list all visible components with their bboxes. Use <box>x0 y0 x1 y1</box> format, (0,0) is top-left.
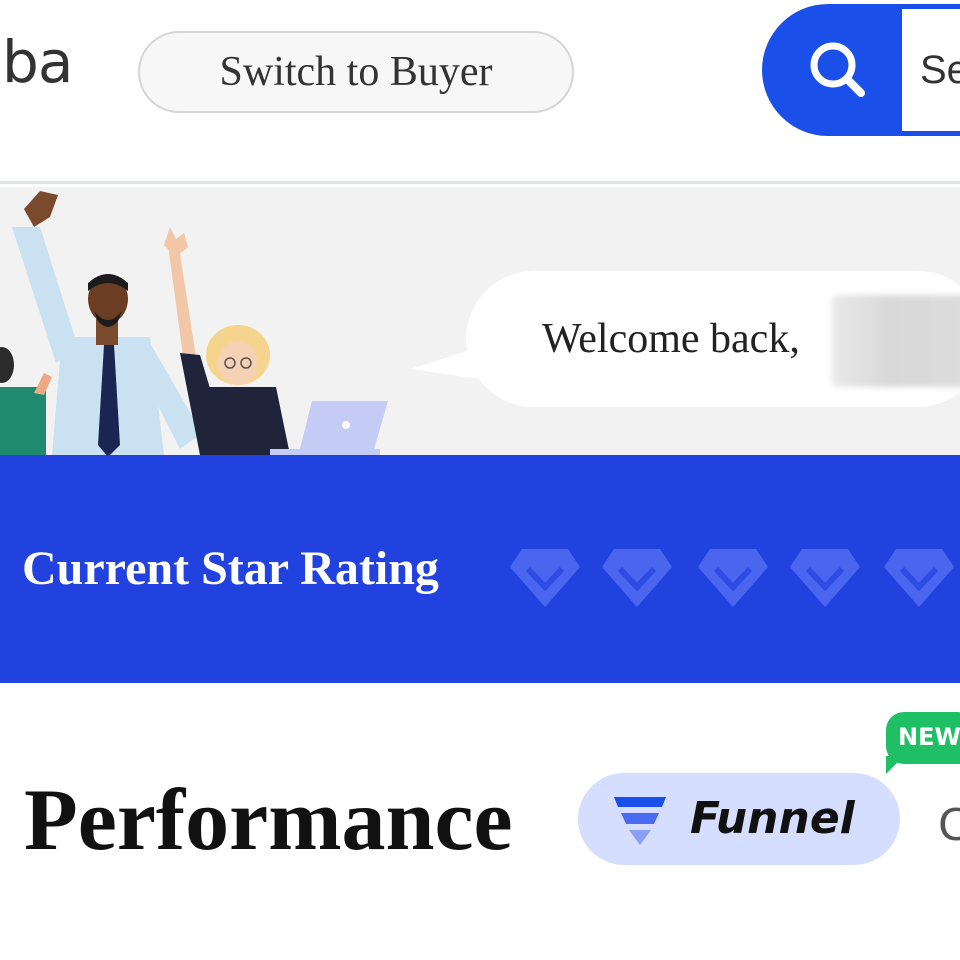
welcome-text: Welcome back, <box>542 316 800 362</box>
star-rating-band: Current Star Rating <box>0 455 960 683</box>
welcome-bubble-tail <box>410 347 480 379</box>
logo-text[interactable]: ba <box>2 28 73 96</box>
diamond-icon <box>510 549 580 607</box>
funnel-label: Funnel <box>690 793 855 844</box>
diamond-icon <box>698 549 768 607</box>
switch-to-buyer-button[interactable]: Switch to Buyer <box>138 31 574 113</box>
performance-title: Performance <box>24 772 513 869</box>
search-input[interactable] <box>902 9 960 131</box>
diamond-icon <box>790 549 860 607</box>
funnel-button[interactable]: Funnel <box>578 773 900 865</box>
search-bar <box>762 4 960 136</box>
star-rating-label: Current Star Rating <box>22 542 439 595</box>
search-icon[interactable] <box>806 38 870 102</box>
new-badge-tail <box>886 756 904 774</box>
top-header: ba Switch to Buyer <box>0 0 960 184</box>
funnel-icon <box>614 797 666 845</box>
next-tab-partial[interactable]: C <box>938 800 960 851</box>
welcome-banner: Welcome back, <box>0 187 960 455</box>
diamond-icon <box>884 549 954 607</box>
diamond-icon <box>602 549 672 607</box>
user-name-redacted <box>832 295 960 387</box>
team-illustration <box>0 191 388 455</box>
